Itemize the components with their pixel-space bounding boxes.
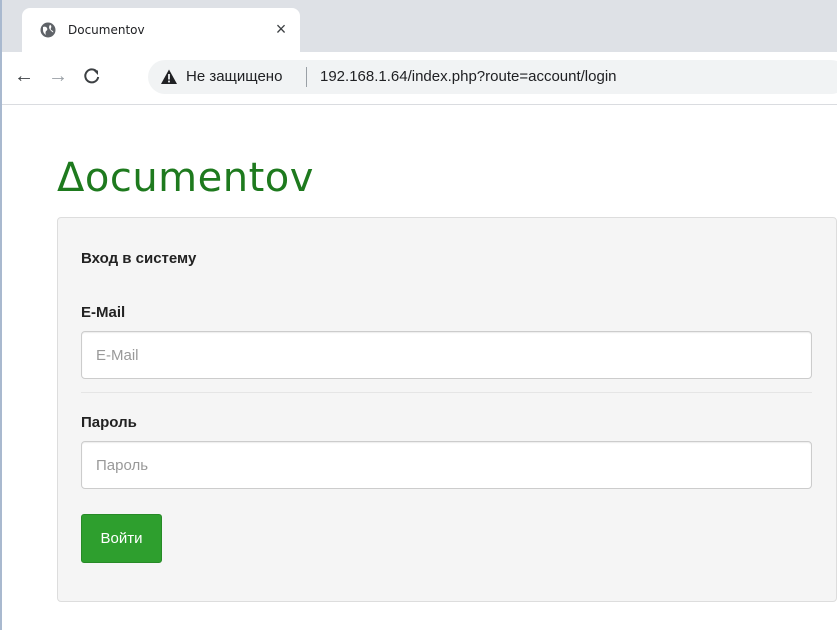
address-bar-divider [306, 67, 307, 87]
login-button[interactable]: Войти [81, 514, 162, 563]
site-logo: Δocumentov [57, 155, 314, 201]
tab-close-icon[interactable]: × [270, 18, 292, 40]
reload-icon[interactable] [78, 62, 106, 90]
back-arrow-icon[interactable]: ← [10, 62, 38, 90]
warning-triangle-icon[interactable] [160, 68, 178, 86]
url-text[interactable]: 192.168.1.64/index.php?route=account/log… [320, 68, 617, 85]
globe-icon [40, 22, 56, 38]
form-divider [81, 392, 812, 393]
login-panel: Вход в систему E-Mail Пароль Войти [57, 217, 837, 602]
browser-toolbar: ← → Не защищено 192.168.1.64/index.php?r… [2, 52, 837, 105]
address-bar[interactable]: Не защищено 192.168.1.64/index.php?route… [148, 60, 837, 94]
email-label: E-Mail [81, 304, 126, 321]
email-input[interactable] [81, 331, 812, 379]
page-content: Δocumentov Вход в систему E-Mail Пароль … [2, 105, 837, 630]
login-heading: Вход в систему [81, 250, 197, 267]
tab-title: Documentov [68, 23, 145, 37]
password-label: Пароль [81, 414, 137, 431]
password-input[interactable] [81, 441, 812, 489]
browser-window: Documentov × ← → Не защищено 192.168.1.6… [0, 0, 837, 630]
tab-strip: Documentov × [2, 0, 837, 60]
forward-arrow-icon[interactable]: → [44, 62, 72, 90]
security-status-text[interactable]: Не защищено [186, 68, 282, 85]
